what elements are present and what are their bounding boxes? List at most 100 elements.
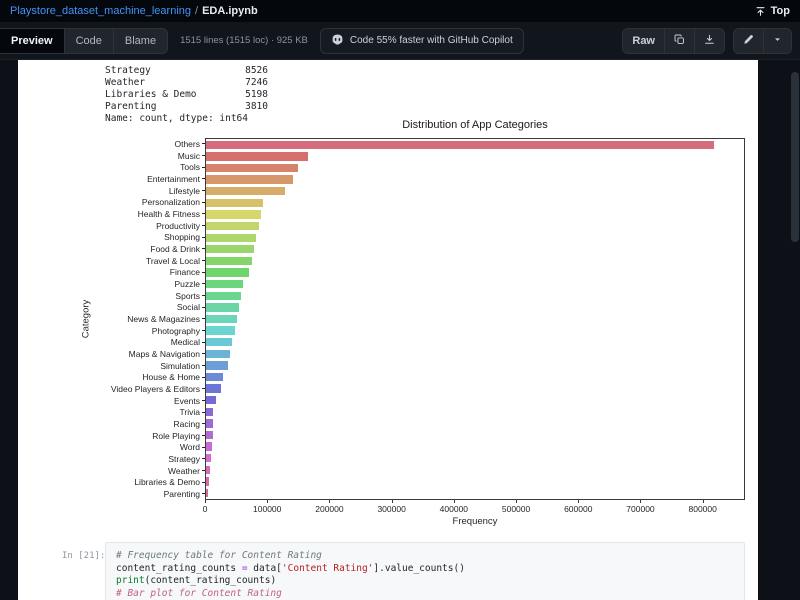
y-tick-label: Food & Drink <box>94 243 205 255</box>
y-tick-label: Social <box>94 301 205 313</box>
view-tabs: Preview Code Blame <box>0 27 169 54</box>
x-tick-value: 500000 <box>501 504 531 514</box>
category-bar <box>206 210 261 219</box>
bar-row <box>206 290 744 302</box>
category-bar <box>206 245 255 254</box>
category-bar <box>206 361 228 370</box>
x-axis-label: Frequency <box>452 516 498 527</box>
x-tick-mark <box>578 500 580 503</box>
category-bar <box>206 140 715 149</box>
scroll-to-top-button[interactable]: Top <box>755 5 790 17</box>
tab-code[interactable]: Code <box>65 28 114 53</box>
arrow-up-to-line-icon <box>755 6 766 17</box>
y-tick-label: Weather <box>94 465 205 477</box>
y-tick-label: Simulation <box>94 360 205 372</box>
code-line: # Frequency table for Content Rating <box>116 550 322 561</box>
y-tick-label: Puzzle <box>94 278 205 290</box>
bar-chart-figure: Distribution of App Categories Category … <box>78 116 745 530</box>
y-tick-label: Video Players & Editors <box>94 383 205 395</box>
bar-row <box>206 360 744 372</box>
category-bar <box>206 384 221 393</box>
pencil-icon <box>743 34 754 48</box>
github-file-page: Playstore_dataset_machine_learning / EDA.i… <box>0 0 800 600</box>
copy-icon <box>674 34 685 48</box>
category-bar <box>206 303 239 312</box>
copilot-banner[interactable]: Code 55% faster with GitHub Copilot <box>319 27 524 54</box>
edit-dropdown-button[interactable] <box>764 28 791 53</box>
copy-button[interactable] <box>665 28 695 53</box>
tab-preview[interactable]: Preview <box>0 28 65 53</box>
x-tick-value: 200000 <box>315 504 344 514</box>
x-tick-value: 300000 <box>377 504 406 514</box>
code-cell: In [21]: # Frequency table for Content R… <box>62 542 745 600</box>
category-bar <box>206 187 286 196</box>
y-tick-label: Lifestyle <box>94 185 205 197</box>
bar-row <box>206 487 744 499</box>
y-tick-label: Medical <box>94 336 205 348</box>
category-bar <box>206 454 212 463</box>
y-tick-label: Music <box>94 150 205 162</box>
plot-area <box>205 138 745 500</box>
category-bar <box>206 279 244 289</box>
category-bar <box>206 442 212 451</box>
scrollbar-thumb[interactable] <box>791 72 799 242</box>
category-bar <box>206 349 231 358</box>
bar-row <box>206 255 744 267</box>
output-row: Weather 7246 <box>105 77 268 88</box>
bar-row <box>206 220 744 232</box>
category-bar <box>206 419 214 428</box>
category-bar <box>206 337 233 347</box>
raw-copy-download-group: Raw <box>622 27 725 54</box>
bar-row <box>206 429 744 441</box>
edit-group <box>733 27 792 54</box>
download-icon <box>704 34 715 48</box>
category-bar <box>206 175 294 184</box>
bar-row <box>206 371 744 383</box>
bar-row <box>206 325 744 337</box>
breadcrumb-repo-link[interactable]: Playstore_dataset_machine_learning <box>10 5 191 17</box>
bar-row <box>206 267 744 279</box>
y-tick-label: House & Home <box>94 371 205 383</box>
code-line: # Bar plot for Content Rating <box>116 587 282 599</box>
code-line: print(content_rating_counts) <box>116 575 277 586</box>
y-tick-label: Tools <box>94 161 205 173</box>
bar-row <box>206 185 744 197</box>
x-tick-value: 100000 <box>253 504 282 514</box>
category-bar <box>206 326 235 335</box>
y-tick-label: Others <box>94 138 205 150</box>
bar-row <box>206 383 744 395</box>
tab-blame[interactable]: Blame <box>114 29 167 53</box>
y-tick-label: Word <box>94 441 205 453</box>
cell-prompt: In [21]: <box>62 551 106 561</box>
output-row: Libraries & Demo 5198 <box>105 89 268 100</box>
y-tick-label: Strategy <box>94 453 205 465</box>
x-tick-mark <box>205 500 206 503</box>
file-toolbar: Preview Code Blame 1515 lines (1515 loc)… <box>0 22 800 60</box>
chevron-down-icon <box>773 35 782 47</box>
y-tick-label: Role Playing <box>94 430 205 442</box>
y-tick-label: Sports <box>94 290 205 302</box>
bar-row <box>206 302 744 314</box>
x-tick-mark <box>516 500 518 503</box>
x-tick-labels: 0 100000 200000 300000 400000 500000 600000 700… <box>203 500 745 516</box>
bar-row <box>206 278 744 290</box>
category-bar <box>206 396 216 405</box>
raw-button[interactable]: Raw <box>623 28 665 53</box>
breadcrumb-file-name: EDA.ipynb <box>202 5 258 17</box>
file-actions: Raw <box>622 27 792 54</box>
copilot-icon <box>331 33 344 49</box>
bar-row <box>206 174 744 186</box>
y-tick-label: Events <box>94 395 205 407</box>
bar-row <box>206 406 744 418</box>
copilot-banner-text: Code 55% faster with GitHub Copilot <box>349 35 513 46</box>
edit-button[interactable] <box>734 28 764 53</box>
x-tick-mark <box>329 500 331 503</box>
category-bar <box>206 477 210 486</box>
page-scrollbar[interactable] <box>791 62 799 598</box>
download-button[interactable] <box>695 28 724 53</box>
x-tick-value: 400000 <box>439 504 469 514</box>
category-bar <box>206 407 214 416</box>
y-tick-label: Racing <box>94 418 205 430</box>
y-tick-label: Parenting <box>94 488 205 500</box>
category-bar <box>206 268 249 277</box>
